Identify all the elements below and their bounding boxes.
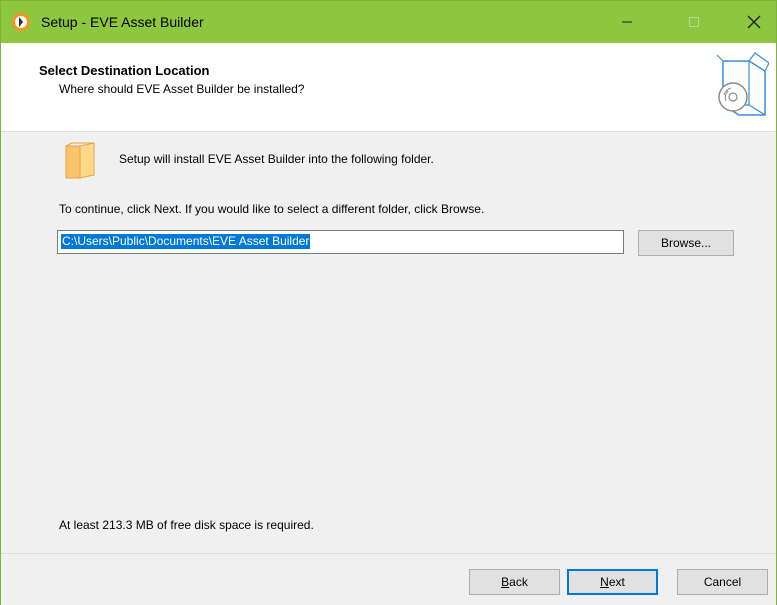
continue-instructions: To continue, click Next. If you would li… (59, 202, 485, 216)
cancel-button[interactable]: Cancel (677, 569, 768, 595)
maximize-icon (689, 17, 699, 27)
browse-button[interactable]: Browse... (638, 230, 734, 256)
title-bar[interactable]: Setup - EVE Asset Builder (1, 1, 776, 43)
close-button[interactable] (731, 1, 777, 43)
wizard-footer: Back Next Cancel (1, 553, 776, 605)
disk-space-requirement: At least 213.3 MB of free disk space is … (59, 518, 314, 532)
browse-label: Browse... (660, 236, 711, 250)
window-title: Setup - EVE Asset Builder (41, 14, 204, 30)
back-label: ack (509, 575, 528, 589)
next-label: ext (608, 575, 625, 589)
install-folder-text: Setup will install EVE Asset Builder int… (119, 152, 434, 166)
page-title: Select Destination Location (39, 63, 210, 78)
back-button[interactable]: Back (469, 569, 560, 595)
setup-window: Setup - EVE Asset Builder Select Destina… (0, 0, 777, 605)
next-button[interactable]: Next (567, 569, 658, 595)
close-icon (747, 15, 761, 29)
wizard-header: Select Destination Location Where should… (1, 43, 776, 132)
cancel-label: Cancel (703, 575, 742, 589)
destination-path-input[interactable]: C:\Users\Public\Documents\EVE Asset Buil… (57, 230, 624, 254)
app-icon (12, 13, 30, 31)
minimize-button[interactable] (604, 1, 650, 43)
next-access-key: N (600, 575, 609, 589)
page-subtitle: Where should EVE Asset Builder be instal… (59, 82, 305, 96)
maximize-button[interactable] (671, 1, 717, 43)
back-access-key: B (501, 575, 510, 589)
minimize-icon (622, 21, 632, 23)
destination-path-value: C:\Users\Public\Documents\EVE Asset Buil… (61, 234, 311, 249)
install-box-icon (716, 52, 769, 116)
wizard-content: Setup will install EVE Asset Builder int… (1, 132, 776, 552)
folder-icon (65, 142, 95, 179)
